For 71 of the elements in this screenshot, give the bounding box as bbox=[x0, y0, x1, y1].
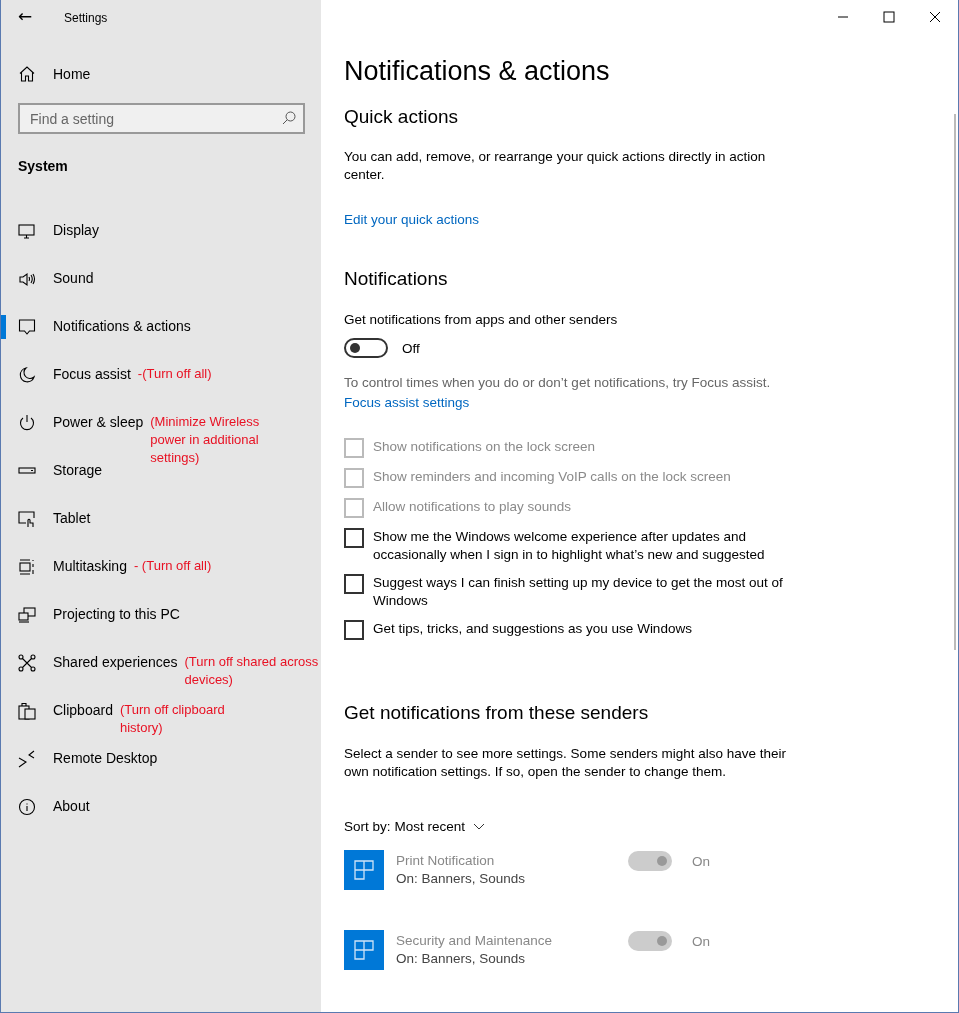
nav-item[interactable]: About bbox=[1, 783, 90, 831]
scrollbar[interactable] bbox=[954, 114, 956, 650]
moon-icon bbox=[18, 366, 36, 384]
minimize-icon bbox=[837, 16, 849, 18]
tablet-touch-icon bbox=[18, 510, 36, 528]
checkbox[interactable] bbox=[344, 574, 364, 594]
search-icon bbox=[282, 111, 296, 125]
speech-bubble-icon bbox=[18, 318, 36, 336]
power-icon bbox=[18, 414, 36, 432]
nav-item[interactable]: Clipboard bbox=[1, 687, 113, 735]
nav-item[interactable]: Notifications & actions bbox=[1, 303, 191, 351]
checkbox-label: Show notifications on the lock screen bbox=[373, 438, 596, 456]
home-icon bbox=[18, 65, 36, 83]
clipboard-icon bbox=[18, 702, 36, 720]
annotation-note: (Minimize Wireless power in additional settings) bbox=[150, 413, 261, 467]
window-title: Settings bbox=[64, 11, 108, 25]
nav-item[interactable]: Remote Desktop bbox=[1, 735, 158, 783]
edit-quick-actions-link[interactable]: Edit your quick actions bbox=[344, 212, 480, 227]
nav-item[interactable]: Projecting to this PC bbox=[1, 591, 180, 639]
back-button[interactable]: ← bbox=[2, 0, 48, 36]
speaker-icon bbox=[18, 270, 36, 288]
toggle-state: On bbox=[692, 853, 710, 869]
checkbox[interactable] bbox=[344, 528, 364, 548]
search-field[interactable]: Find a setting bbox=[18, 103, 305, 134]
annotation-note: - (Turn off all) bbox=[133, 557, 212, 575]
toggle-label: Get notifications from apps and other senders bbox=[344, 311, 619, 329]
checkbox[interactable] bbox=[344, 620, 364, 640]
projecting-icon bbox=[18, 606, 36, 624]
nav-item[interactable]: Power & sleep bbox=[1, 399, 144, 447]
section-heading: Quick actions bbox=[344, 106, 460, 128]
multitasking-icon bbox=[18, 558, 36, 576]
checkbox-label: Show me the Windows welcome experience after updates and occasionally when I sign in to highlight what’s new and suggested bbox=[373, 528, 766, 564]
page-title: Notifications & actions bbox=[344, 56, 611, 87]
nav-item[interactable]: Storage bbox=[1, 447, 103, 495]
sort-dropdown[interactable]: Most recent bbox=[394, 819, 486, 834]
chevron-down-icon bbox=[473, 822, 486, 831]
checkbox-label: Allow notifications to play sounds bbox=[373, 498, 572, 516]
focus-assist-link[interactable]: Focus assist settings bbox=[344, 395, 470, 410]
nav-item[interactable]: Display bbox=[1, 207, 99, 255]
annotation-note: -(Turn off all) bbox=[137, 365, 212, 383]
app-tile-icon[interactable] bbox=[344, 850, 384, 890]
sender-detail: On: Banners, Sounds bbox=[396, 871, 527, 886]
section-heading: System bbox=[18, 158, 69, 174]
remote-desktop-icon bbox=[18, 750, 36, 768]
shared-nodes-icon bbox=[18, 654, 36, 672]
checkbox-label: Get tips, tricks, and suggestions as you use Windows bbox=[373, 620, 692, 638]
monitor-icon bbox=[18, 222, 36, 240]
close-icon bbox=[929, 11, 941, 23]
sort-label: Sort by: bbox=[344, 819, 391, 834]
nav-item[interactable]: Focus assist bbox=[1, 351, 131, 399]
checkbox-label: Suggest ways I can finish setting up my device to get the most out of Windows bbox=[373, 574, 784, 610]
toggle-switch[interactable] bbox=[344, 338, 388, 358]
sender-detail: On: Banners, Sounds bbox=[396, 951, 527, 966]
toggle-state: Off bbox=[402, 340, 420, 356]
description-text: You can add, remove, or rearrange your quick actions directly in action center. bbox=[344, 148, 767, 184]
nav-item[interactable]: Sound bbox=[1, 255, 94, 303]
annotation-note: (Turn off clipboard history) bbox=[119, 701, 226, 737]
checkbox-label: Show reminders and incoming VoIP calls on the lock screen bbox=[373, 468, 731, 486]
section-heading: Get notifications from these senders bbox=[344, 702, 650, 724]
maximize-icon bbox=[883, 11, 895, 23]
annotation-note: (Turn off shared across devices) bbox=[184, 653, 320, 689]
nav-item[interactable]: Shared experiences bbox=[1, 639, 178, 687]
app-tile-icon[interactable] bbox=[344, 930, 384, 970]
toggle-state: On bbox=[692, 933, 710, 949]
section-heading: Notifications bbox=[344, 268, 449, 290]
home-link[interactable]: Home bbox=[1, 54, 321, 94]
hint-text: To control times when you do or don’t get notifications, try Focus assist. bbox=[344, 374, 772, 392]
nav-item[interactable]: Tablet bbox=[1, 495, 91, 543]
nav-item[interactable]: Multitasking bbox=[1, 543, 127, 591]
description-text: Select a sender to see more settings. Some senders might also have their own notification settings. If so, open the sender to change them. bbox=[344, 745, 787, 781]
info-icon bbox=[18, 798, 36, 816]
